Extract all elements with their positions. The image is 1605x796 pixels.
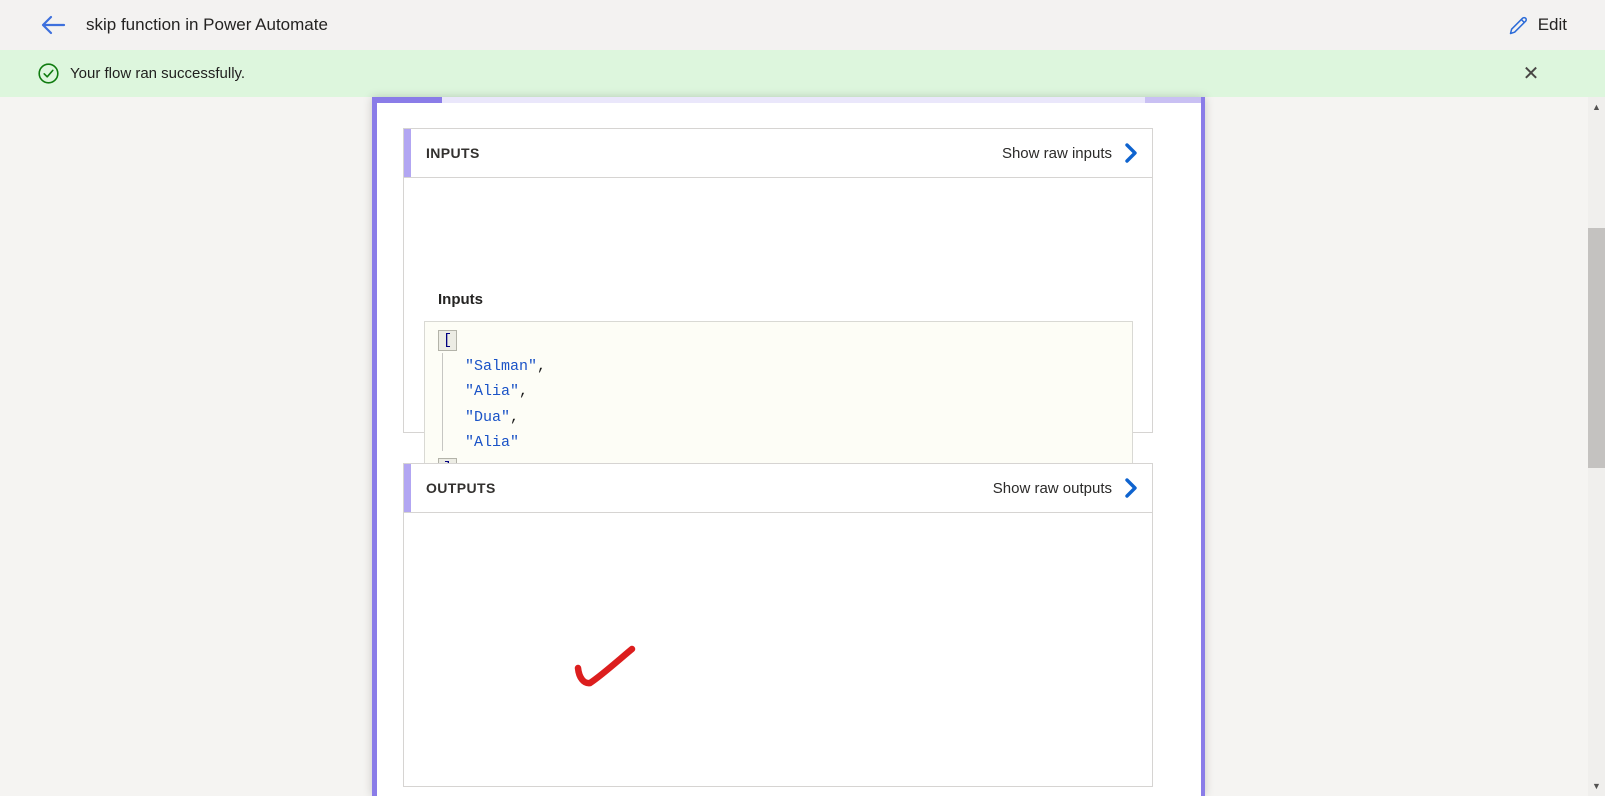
- back-arrow-icon: [40, 15, 66, 35]
- panel-top-accent-dark: [377, 97, 442, 103]
- outputs-section-title: OUTPUTS: [426, 480, 496, 496]
- inputs-section-body: Inputs [ "Salman", "Alia", "Dua", "Alia"…: [403, 178, 1153, 433]
- show-raw-inputs-link[interactable]: Show raw inputs: [1002, 143, 1138, 163]
- json-line: "Alia",: [425, 379, 1132, 405]
- outputs-section-header: OUTPUTS Show raw outputs: [403, 463, 1153, 513]
- edit-button-label: Edit: [1538, 15, 1567, 35]
- scroll-up-icon[interactable]: ▲: [1588, 99, 1605, 115]
- show-raw-inputs-label: Show raw inputs: [1002, 145, 1112, 162]
- panel-top-accent-mid: [1145, 97, 1201, 103]
- action-run-panel: INPUTS Show raw inputs Inputs [ "Salman"…: [372, 97, 1205, 796]
- outputs-accent-bar: [404, 464, 411, 512]
- json-line: "Salman",: [425, 354, 1132, 380]
- banner-close-icon[interactable]: ✕: [1519, 62, 1543, 86]
- json-fold-guide: [442, 353, 443, 451]
- inputs-section-header: INPUTS Show raw inputs: [403, 128, 1153, 178]
- back-button[interactable]: [36, 8, 70, 42]
- inputs-label: Inputs: [438, 291, 483, 308]
- inputs-section-title: INPUTS: [426, 145, 480, 161]
- chevron-right-icon: [1124, 143, 1138, 163]
- top-bar: skip function in Power Automate Edit: [0, 0, 1605, 50]
- run-details-content: INPUTS Show raw inputs Inputs [ "Salman"…: [0, 97, 1605, 796]
- page-title: skip function in Power Automate: [86, 15, 328, 35]
- inputs-accent-bar: [404, 129, 411, 177]
- chevron-right-icon: [1124, 478, 1138, 498]
- pencil-icon: [1508, 15, 1529, 36]
- outputs-section-body: Outputs [ "Salman", "Alia", "Dua", "Alia…: [403, 513, 1153, 787]
- json-open-bracket[interactable]: [: [438, 330, 457, 351]
- scroll-down-icon[interactable]: ▼: [1588, 778, 1605, 794]
- scrollbar-thumb[interactable]: [1588, 228, 1605, 468]
- show-raw-outputs-link[interactable]: Show raw outputs: [993, 478, 1138, 498]
- json-line: "Alia": [425, 430, 1132, 456]
- success-banner: Your flow ran successfully. ✕: [0, 50, 1605, 97]
- show-raw-outputs-label: Show raw outputs: [993, 480, 1112, 497]
- edit-button[interactable]: Edit: [1508, 0, 1567, 50]
- vertical-scrollbar[interactable]: ▲ ▼: [1588, 97, 1605, 796]
- banner-message: Your flow ran successfully.: [70, 65, 245, 82]
- json-line: "Dua",: [425, 405, 1132, 431]
- flow-run-screen: skip function in Power Automate Edit You…: [0, 0, 1605, 796]
- success-check-icon: [38, 63, 59, 84]
- panel-top-accent-light: [442, 97, 1145, 103]
